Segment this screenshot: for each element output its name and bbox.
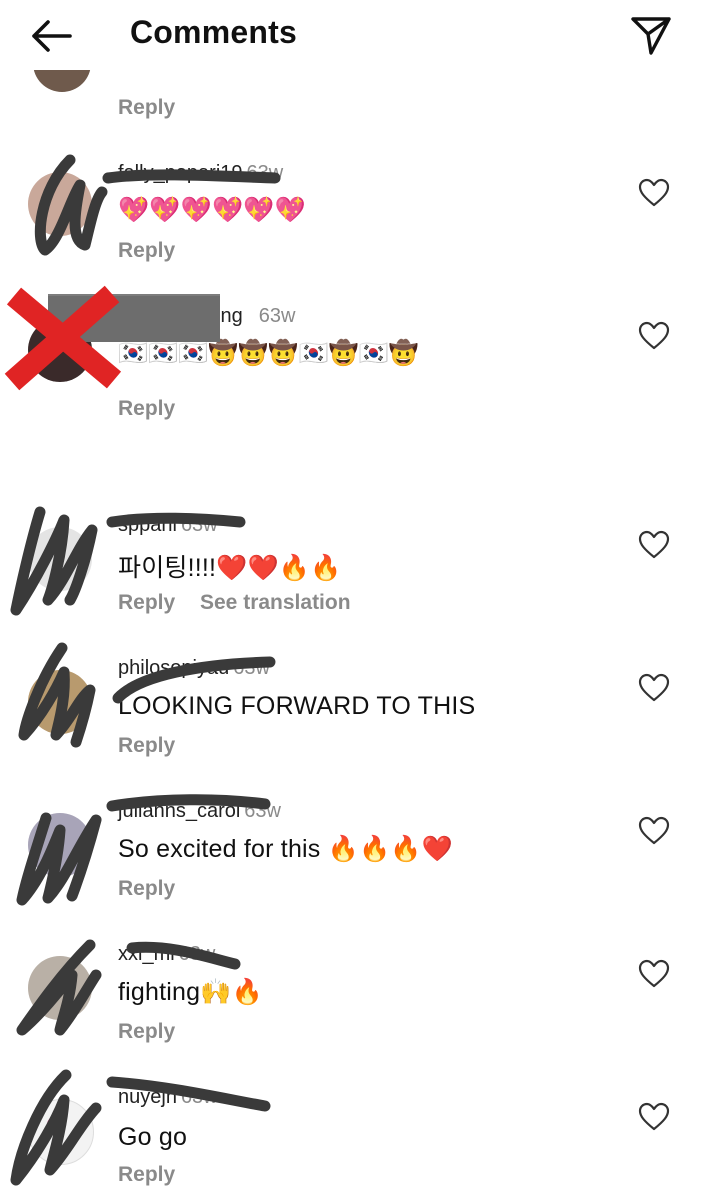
avatar[interactable] <box>28 956 92 1020</box>
avatar[interactable] <box>28 527 92 591</box>
reply-button[interactable]: Reply <box>118 397 175 421</box>
reply-button[interactable]: Reply <box>118 239 175 263</box>
share-button[interactable] <box>628 12 674 58</box>
comment-meta: nuyejh 63w <box>118 1086 218 1109</box>
comment-text: fighting🙌🔥 <box>118 978 263 1006</box>
heart-icon[interactable] <box>638 816 670 846</box>
paper-plane-icon <box>631 17 671 55</box>
username[interactable]: fally_papari19 <box>118 162 243 184</box>
reply-button[interactable]: Reply <box>118 734 175 758</box>
avatar[interactable] <box>28 813 92 877</box>
username[interactable]: philosopiyau <box>118 657 229 679</box>
comment-text: Go go <box>118 1123 188 1151</box>
timestamp: 63w <box>258 305 296 327</box>
heart-icon[interactable] <box>638 321 670 351</box>
comment-meta: fally_papari19 63w <box>118 162 283 185</box>
username[interactable]: ing <box>216 305 243 327</box>
heart-icon[interactable] <box>638 178 670 208</box>
reply-button[interactable]: Reply <box>118 1163 175 1187</box>
page-title: Comments <box>130 14 297 50</box>
comment-text: LOOKING FORWARD TO THIS <box>118 692 476 720</box>
timestamp: 63w <box>246 162 284 184</box>
back-button[interactable] <box>26 14 74 58</box>
avatar[interactable] <box>28 670 92 734</box>
username[interactable]: sppani <box>118 514 177 536</box>
comment-meta: julianns_carol 63w <box>118 800 281 823</box>
header-bar: Comments <box>0 0 709 70</box>
arrow-left-icon <box>32 20 72 52</box>
comment-text: So excited for this 🔥🔥🔥❤️ <box>118 835 453 863</box>
timestamp: 63w <box>244 800 281 822</box>
comment-meta: sppani 63w <box>118 514 218 537</box>
username[interactable]: julianns_carol <box>118 800 240 822</box>
heart-icon[interactable] <box>638 530 670 560</box>
comment-meta: ing 63w <box>216 305 295 328</box>
comment-meta: philosopiyau 63w <box>118 657 270 680</box>
redaction-box <box>48 294 220 342</box>
reply-button[interactable]: Reply <box>118 1020 175 1044</box>
comment-meta: xxi_mi 63w <box>118 943 215 966</box>
avatar[interactable] <box>28 1099 94 1165</box>
reply-button[interactable]: Reply <box>118 591 175 615</box>
username[interactable]: xxi_mi <box>118 943 175 965</box>
avatar[interactable] <box>28 172 92 236</box>
timestamp: 63w <box>178 943 216 965</box>
heart-icon[interactable] <box>638 1102 670 1132</box>
comment-text: 파이팅!!!!❤️❤️🔥🔥 <box>118 554 342 582</box>
reply-button[interactable]: Reply <box>118 96 175 120</box>
timestamp: 63w <box>180 1086 218 1108</box>
heart-icon[interactable] <box>638 959 670 989</box>
redaction-scribbles <box>10 154 281 1186</box>
comment-text: 🇰🇷🇰🇷🇰🇷🤠🤠🤠🇰🇷🤠🇰🇷🤠 <box>118 340 419 367</box>
username[interactable]: nuyejh <box>118 1086 177 1108</box>
heart-icon[interactable] <box>638 673 670 703</box>
timestamp: 63w <box>180 514 218 536</box>
comment-text: 💖💖💖💖💖💖 <box>118 196 306 224</box>
timestamp: 63w <box>233 657 270 679</box>
see-translation-button[interactable]: See translation <box>200 591 351 615</box>
reply-button[interactable]: Reply <box>118 877 175 901</box>
